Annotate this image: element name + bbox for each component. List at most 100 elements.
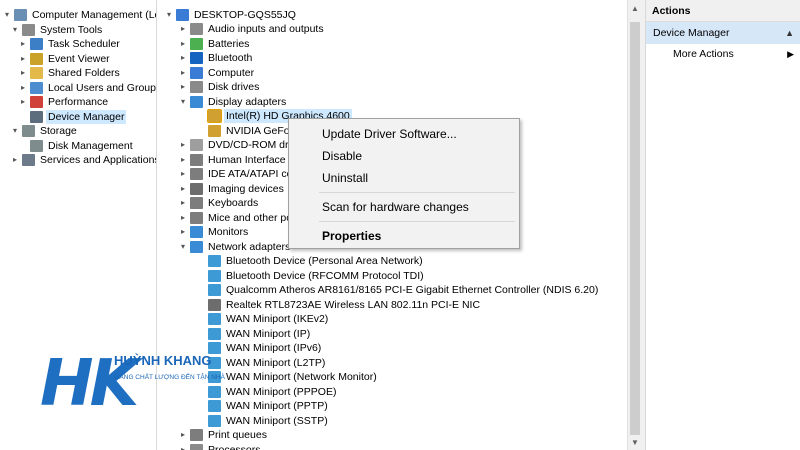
actions-section-device-manager[interactable]: Device Manager ▲ [646,22,800,44]
chevron-right-icon[interactable]: ▸ [178,51,188,65]
computer-management-icon [14,9,27,21]
tree-item[interactable]: ▸ Performance [18,95,110,109]
chevron-right-icon[interactable]: ▸ [18,52,28,66]
tree-item[interactable]: ▾ Network adapters [178,240,292,254]
tree-item[interactable]: ▸ Services and Applications [10,153,156,167]
disk-management-icon [30,139,43,152]
tree-item[interactable]: ▸ DVD/CD-ROM driv [178,138,298,152]
tree-item[interactable]: Realtek RTL8723AE Wireless LAN 802.11n P… [196,298,482,312]
chevron-right-icon[interactable]: ▸ [18,81,28,95]
tree-item[interactable]: ▾ Storage [10,124,79,138]
chevron-down-icon[interactable]: ▾ [164,8,174,22]
tree-item-label: WAN Miniport (PPPOE) [226,385,337,398]
services-icon [22,154,35,166]
menu-separator [319,192,515,193]
tree-item[interactable]: ▸ IDE ATA/ATAPI con [178,167,300,181]
tree-item-label: WAN Miniport (Network Monitor) [226,371,377,383]
menu-item-update-driver[interactable]: Update Driver Software... [289,123,519,145]
tree-item[interactable]: ▾ Computer Management (Local [2,8,156,22]
tree-item-label: WAN Miniport (L2TP) [226,356,326,369]
tree-item[interactable]: ▸ Local Users and Groups [18,81,156,95]
menu-item-disable[interactable]: Disable [289,145,519,167]
chevron-right-icon[interactable]: ▸ [178,196,188,210]
tree-item[interactable]: ▸ Processors [178,443,263,450]
chevron-right-icon[interactable]: ▸ [178,182,188,196]
chevron-right-icon[interactable]: ▸ [178,22,188,36]
chevron-right-icon[interactable]: ▸ [178,211,188,225]
chevron-right-icon[interactable]: ▸ [178,138,188,152]
tree-item[interactable]: Bluetooth Device (RFCOMM Protocol TDI) [196,269,426,283]
tree-item[interactable]: WAN Miniport (IP) [196,327,312,341]
tree-item[interactable]: ▸ Shared Folders [18,66,122,80]
scroll-thumb[interactable] [630,22,640,435]
camera-icon [190,182,203,195]
chevron-right-icon[interactable]: ▸ [18,95,28,109]
chevron-right-icon[interactable]: ▸ [178,80,188,94]
wireless-device-icon [208,298,221,311]
tree-item[interactable]: ▸ Disk drives [178,80,261,94]
tree-item[interactable]: ▸ Audio inputs and outputs [178,22,326,36]
tree-item-label: Batteries [208,37,250,50]
tree-item[interactable]: ▸ Imaging devices [178,182,286,196]
tree-item[interactable]: NVIDIA GeFor [196,124,295,138]
tree-item-label: Event Viewer [48,52,110,65]
tree-item[interactable]: Device Manager [18,109,127,124]
chevron-right-icon[interactable]: ▸ [178,66,188,80]
scroll-down-icon[interactable]: ▼ [628,436,642,450]
scroll-up-icon[interactable]: ▲ [628,2,642,16]
tree-item-label: Display adapters [208,95,287,108]
tree-item-label: Print queues [208,429,267,441]
menu-item-scan-hardware[interactable]: Scan for hardware changes [289,196,519,218]
chevron-down-icon[interactable]: ▾ [178,95,188,109]
tree-item[interactable]: ▸ Print queues [178,428,269,442]
tree-item[interactable]: ▸ Event Viewer [18,52,112,66]
processor-icon [190,443,203,450]
tree-item[interactable]: WAN Miniport (IKEv2) [196,312,330,326]
menu-item-properties[interactable]: Properties [289,225,519,247]
tree-item[interactable]: Bluetooth Device (Personal Area Network) [196,254,425,268]
chevron-down-icon[interactable]: ▾ [2,8,12,22]
chevron-right-icon[interactable]: ▸ [178,225,188,239]
tree-item[interactable]: ▸ Task Scheduler [18,37,122,51]
tree-item[interactable]: ▸ Bluetooth [178,51,254,65]
tree-item[interactable]: ▸ Keyboards [178,196,260,210]
tree-item[interactable]: ▸ Computer [178,66,256,80]
chevron-right-icon[interactable]: ▸ [178,443,188,450]
tree-root[interactable]: ▾ DESKTOP-GQS55JQ [164,8,298,22]
chevron-right-icon[interactable]: ▸ [178,153,188,167]
tree-item[interactable]: ▸ Mice and other po [178,211,294,225]
tree-item[interactable]: ▸ Batteries [178,37,251,51]
bluetooth-icon [190,52,203,64]
chevron-right-icon[interactable]: ▸ [18,37,28,51]
chevron-right-icon[interactable]: ▸ [10,153,20,167]
chevron-right-icon[interactable]: ▸ [178,167,188,181]
chevron-right-icon[interactable]: ▸ [178,428,188,442]
tree-item[interactable]: ▾ Display adapters [178,95,288,109]
collapse-up-icon[interactable]: ▲ [785,22,794,44]
tree-item-label: Disk drives [208,81,260,93]
chevron-right-icon[interactable]: ▸ [18,66,28,80]
chevron-right-icon[interactable]: ▸ [178,37,188,51]
more-actions-item[interactable]: More Actions ▶ [646,44,800,64]
network-device-icon [208,255,221,267]
tree-item[interactable]: Qualcomm Atheros AR8161/8165 PCI-E Gigab… [196,283,600,297]
tree-item-label: Network adapters [208,240,291,253]
chevron-down-icon[interactable]: ▾ [10,124,20,138]
tree-item-label: IDE ATA/ATAPI con [208,168,299,180]
menu-item-uninstall[interactable]: Uninstall [289,167,519,189]
chevron-down-icon[interactable]: ▾ [178,240,188,254]
tree-item-label: Disk Management [48,139,133,152]
chevron-down-icon[interactable]: ▾ [10,23,20,37]
audio-icon [190,23,203,35]
vertical-scrollbar[interactable]: ▲ ▼ [627,0,641,450]
tree-item[interactable]: ▾ System Tools [10,23,104,37]
tree-item[interactable]: Disk Management [18,139,135,153]
tree-item[interactable]: ▸ Monitors [178,225,250,239]
tree-item[interactable]: ▸ Human Interface D [178,153,298,167]
